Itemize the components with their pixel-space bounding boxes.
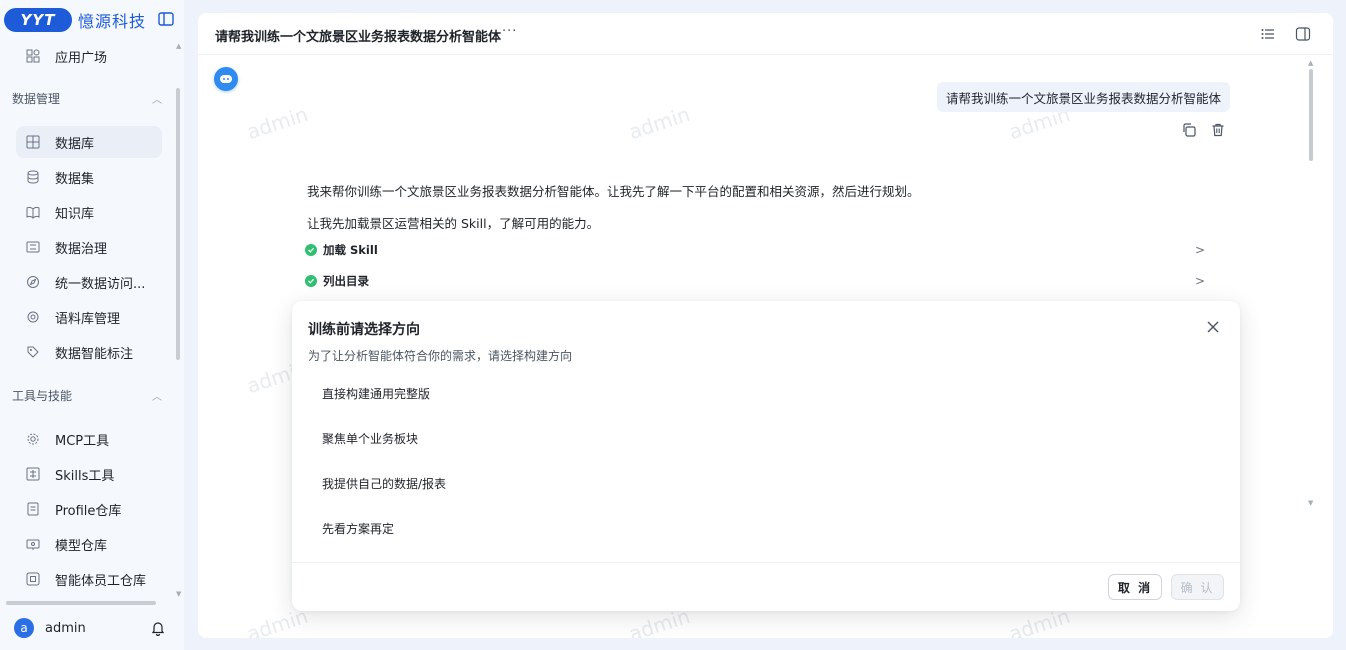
gear-icon — [25, 431, 41, 447]
option-own-data[interactable]: 我提供自己的数据/报表 — [308, 466, 1224, 500]
sidebar-item-model-repo[interactable]: 模型仓库 — [16, 528, 162, 560]
bot-avatar-icon — [214, 67, 238, 91]
option-plan-first[interactable]: 先看方案再定 — [308, 511, 1224, 545]
confirm-button[interactable]: 确 认 — [1171, 574, 1224, 600]
model-icon — [25, 536, 41, 552]
side-panel-icon[interactable] — [1295, 26, 1311, 42]
cancel-button[interactable]: 取 消 — [1108, 574, 1162, 600]
chat-scrollbar[interactable] — [1309, 69, 1313, 161]
profile-icon — [25, 501, 41, 517]
skills-icon — [25, 466, 41, 482]
group-title: 数据管理 — [12, 91, 61, 106]
sidebar-item-app-square[interactable]: 应用广场 — [16, 40, 162, 72]
sidebar-item-skills-tools[interactable]: Skills工具 — [16, 458, 162, 490]
app-grid-icon — [25, 48, 41, 64]
group-title: 工具与技能 — [12, 388, 73, 403]
user-bar[interactable]: a admin — [14, 617, 170, 639]
chat-title[interactable]: 请帮我训练一个文旅景区业务报表数据分析智能体 — [215, 26, 501, 45]
assistant-reply-text: 让我先加载景区运营相关的 Skill，了解可用的能力。 — [307, 216, 600, 231]
book-icon — [25, 204, 41, 220]
option-label: 我提供自己的数据/报表 — [322, 476, 447, 491]
tool-step-load-skill[interactable]: 加载 Skill > — [305, 239, 1209, 261]
check-circle-icon — [305, 275, 317, 287]
group-header-data-management[interactable]: 数据管理 ︿ — [12, 88, 166, 108]
sidebar-item-label: 模型仓库 — [55, 538, 108, 554]
tool-step-list-directory[interactable]: 列出目录 > — [305, 270, 1209, 292]
sidebar-item-profile-repo[interactable]: Profile仓库 — [16, 493, 162, 525]
option-general-full[interactable]: 直接构建通用完整版 — [308, 376, 1224, 410]
sidebar-item-label: 统一数据访问... — [55, 276, 146, 292]
dialog-title: 训练前请选择方向 — [308, 322, 420, 338]
chevron-up-icon: ︿ — [152, 94, 162, 106]
sidebar-item-dataset[interactable]: 数据集 — [16, 161, 162, 193]
sidebar-item-label: Profile仓库 — [55, 503, 122, 519]
sidebar-scroll-up-arrow[interactable]: ▲ — [176, 42, 181, 50]
corpus-icon — [25, 309, 41, 325]
chat-scroll-up-arrow[interactable]: ▲ — [1308, 59, 1313, 67]
check-circle-icon — [305, 244, 317, 256]
sidebar-item-database[interactable]: 数据库 — [16, 126, 162, 158]
chevron-up-icon: ︿ — [152, 391, 162, 403]
agent-icon — [25, 571, 41, 587]
sidebar-scroll-down-arrow[interactable]: ▼ — [176, 590, 181, 598]
chat-header: 请帮我训练一个文旅景区业务报表数据分析智能体 ··· — [198, 13, 1333, 55]
brand-name: 憶源科技 — [78, 12, 147, 31]
compass-icon — [25, 274, 41, 290]
option-label: 聚焦单个业务板块 — [322, 431, 419, 446]
option-label: 先看方案再定 — [322, 521, 395, 536]
watermark: admin — [243, 101, 311, 145]
option-label: 直接构建通用完整版 — [322, 386, 431, 401]
sidebar-item-corpus-management[interactable]: 语料库管理 — [16, 301, 162, 333]
brand[interactable]: YYT 憶源科技 — [4, 7, 146, 33]
chat-scroll-down-arrow[interactable]: ▼ — [1308, 499, 1313, 507]
sidebar-item-label: Skills工具 — [55, 468, 115, 484]
sidebar-item-agent-employee-repo[interactable]: 智能体员工仓库 — [16, 563, 162, 595]
sidebar-item-data-labeling[interactable]: 数据智能标注 — [16, 336, 162, 368]
bell-icon[interactable] — [151, 620, 165, 636]
sidebar-item-label: 数据智能标注 — [55, 346, 134, 362]
brand-logo: YYT — [4, 8, 72, 32]
chevron-right-icon: > — [1194, 274, 1205, 288]
close-icon[interactable] — [1206, 320, 1220, 334]
step-label: 加载 Skill — [323, 243, 378, 257]
sidebar-item-label: 智能体员工仓库 — [55, 573, 147, 589]
dialog-divider — [292, 562, 1240, 563]
delete-icon[interactable] — [1210, 122, 1226, 138]
sidebar-horizontal-scrollbar[interactable] — [6, 601, 156, 605]
list-icon[interactable] — [1260, 26, 1276, 42]
tag-icon — [25, 344, 41, 360]
more-options-icon[interactable]: ··· — [502, 24, 517, 39]
watermark: admin — [625, 101, 693, 145]
sidebar-item-label: 应用广场 — [55, 50, 108, 66]
sidebar: YYT 憶源科技 ▲ ▼ 应用广场 数据管理 ︿ 数据库 数据集 知识库 数据治… — [0, 0, 184, 650]
sidebar-item-label: 数据治理 — [55, 241, 108, 257]
database-icon — [25, 169, 41, 185]
chevron-right-icon: > — [1194, 243, 1205, 257]
governance-icon — [25, 239, 41, 255]
sidebar-item-label: 数据库 — [55, 136, 95, 152]
sidebar-item-label: MCP工具 — [55, 433, 110, 449]
option-single-segment[interactable]: 聚焦单个业务板块 — [308, 421, 1224, 455]
step-label: 列出目录 — [323, 274, 369, 288]
sidebar-item-label: 语料库管理 — [55, 311, 121, 327]
sidebar-item-data-governance[interactable]: 数据治理 — [16, 231, 162, 263]
table-icon — [25, 134, 41, 150]
user-message-bubble: 请帮我训练一个文旅景区业务报表数据分析智能体 — [937, 82, 1230, 112]
sidebar-item-unified-data-access[interactable]: 统一数据访问... — [16, 266, 162, 298]
sidebar-item-knowledge-base[interactable]: 知识库 — [16, 196, 162, 228]
sidebar-scrollbar[interactable] — [176, 88, 180, 360]
sidebar-item-label: 数据集 — [55, 171, 95, 187]
avatar[interactable]: a — [14, 618, 34, 638]
direction-dialog: 训练前请选择方向 为了让分析智能体符合你的需求，请选择构建方向 直接构建通用完整… — [292, 301, 1240, 611]
sidebar-item-mcp-tools[interactable]: MCP工具 — [16, 423, 162, 455]
assistant-reply-text: 我来帮你训练一个文旅景区业务报表数据分析智能体。让我先了解一下平台的配置和相关资… — [307, 184, 920, 199]
group-header-tools-skills[interactable]: 工具与技能 ︿ — [12, 385, 166, 405]
copy-icon[interactable] — [1181, 122, 1197, 138]
dialog-subtitle: 为了让分析智能体符合你的需求，请选择构建方向 — [308, 349, 573, 363]
user-name: admin — [45, 620, 86, 636]
sidebar-collapse-icon[interactable] — [158, 12, 174, 26]
sidebar-item-label: 知识库 — [55, 206, 95, 222]
